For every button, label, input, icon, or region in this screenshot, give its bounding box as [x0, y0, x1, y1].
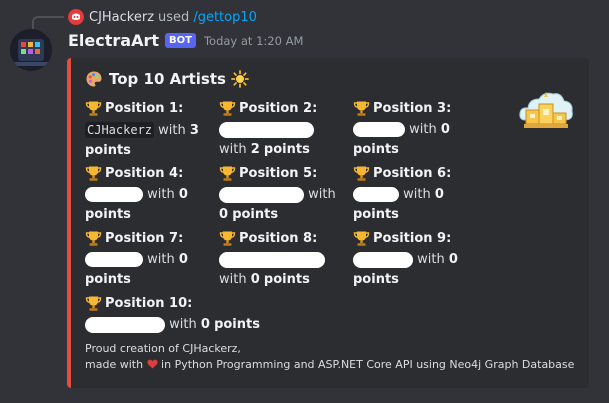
author-name[interactable]: ElectraArt	[68, 31, 159, 50]
embed-card: Top 10 Artists Position 1: CJHackerz wit…	[67, 58, 589, 388]
position-9: Position 9: with 0 points	[353, 230, 478, 290]
position-label: Position 3:	[373, 101, 452, 116]
with-text: with	[417, 252, 445, 267]
position-8: Position 8: with 0 points	[219, 230, 344, 290]
points-word: points	[353, 142, 399, 157]
heart-icon	[146, 359, 158, 369]
trophy-icon	[85, 296, 102, 311]
redacted-name	[85, 252, 143, 267]
trophy-icon	[85, 166, 102, 181]
points-value: 3	[189, 123, 199, 138]
redacted-name	[85, 316, 165, 333]
bot-avatar-image	[10, 29, 52, 71]
position-5: Position 5: with 0 points	[219, 165, 344, 225]
redacted-name	[353, 187, 399, 202]
position-4: Position 4: with 0 points	[85, 165, 210, 225]
points-value: 0	[434, 187, 444, 202]
reply-reference[interactable]: CJHackerz used /gettop10	[68, 7, 257, 27]
embed-footer: Proud creation of CJHackerz, made with i…	[85, 341, 574, 373]
with-text: with	[219, 142, 247, 157]
points-word: points	[214, 317, 260, 332]
bot-avatar[interactable]	[10, 29, 52, 71]
with-text: with	[158, 123, 186, 138]
position-label: Position 10:	[105, 296, 193, 311]
with-text: with	[169, 317, 197, 332]
redacted-name	[219, 186, 304, 203]
points-word: points	[85, 143, 131, 158]
trophy-icon	[85, 231, 102, 246]
reply-spine	[32, 16, 64, 30]
trophy-icon	[219, 101, 236, 116]
trophy-icon	[353, 231, 370, 246]
discord-logo-icon	[72, 13, 80, 20]
points-value: 0	[448, 252, 458, 267]
footer-made-with: made with	[85, 358, 144, 371]
redacted-name	[219, 251, 325, 268]
points-word: points	[85, 207, 131, 222]
embed-title: Top 10 Artists	[85, 70, 249, 88]
position-3: Position 3: with 0 points	[353, 100, 478, 160]
points-value: 0	[200, 317, 210, 332]
position-1: Position 1: CJHackerz with 3 points	[85, 100, 210, 161]
position-label: Position 5:	[239, 166, 318, 181]
points-value: 2	[250, 142, 260, 157]
points-word: points	[353, 272, 399, 287]
points-word: points	[263, 272, 310, 287]
points-value: 0	[250, 272, 260, 287]
redacted-name	[219, 121, 314, 138]
trophy-icon	[85, 101, 102, 116]
trophy-icon	[353, 166, 370, 181]
redacted-name	[353, 251, 413, 268]
reply-avatar[interactable]	[68, 9, 84, 25]
redacted-name	[353, 122, 405, 137]
position-label: Position 9:	[373, 231, 452, 246]
points-word: points	[263, 142, 310, 157]
redacted-name	[85, 187, 143, 202]
reply-action: used	[158, 9, 190, 25]
points-value: 0	[440, 122, 450, 137]
points-value: 0	[219, 207, 229, 222]
with-text: with	[403, 187, 431, 202]
with-text: with	[409, 122, 437, 137]
reply-username[interactable]: CJHackerz	[89, 10, 154, 25]
embed-title-text: Top 10 Artists	[109, 70, 226, 88]
footer-tech-stack: in Python Programming and ASP.NET Core A…	[161, 358, 575, 371]
trophy-icon	[219, 166, 236, 181]
position-label: Position 8:	[239, 231, 318, 246]
podium-thumbnail-icon	[519, 92, 573, 128]
position-label: Position 1:	[105, 101, 184, 116]
position-7: Position 7: with 0 points	[85, 230, 210, 290]
points-value: 0	[178, 187, 188, 202]
trophy-icon	[219, 231, 236, 246]
points-word: points	[353, 207, 399, 222]
position-6: Position 6: with 0 points	[353, 165, 478, 225]
trophy-icon	[353, 101, 370, 116]
position-label: Position 6:	[373, 166, 452, 181]
bot-badge: BOT	[165, 33, 196, 48]
points-word: points	[232, 207, 279, 222]
palette-icon	[86, 71, 102, 87]
message-timestamp[interactable]: Today at 1:20 AM	[204, 34, 303, 48]
with-text: with	[147, 252, 175, 267]
message-header: ElectraArt BOT Today at 1:20 AM	[68, 31, 303, 50]
footer-line-1: Proud creation of CJHackerz,	[85, 342, 241, 355]
with-text: with	[219, 272, 247, 287]
position-label: Position 7:	[105, 231, 184, 246]
with-text: with	[308, 187, 336, 202]
points-word: points	[85, 272, 131, 287]
position-label: Position 2:	[239, 101, 318, 116]
artist-name: CJHackerz	[85, 122, 155, 138]
points-value: 0	[178, 252, 188, 267]
position-2: Position 2: with 2 points	[219, 100, 344, 160]
position-label: Position 4:	[105, 166, 184, 181]
sun-icon	[231, 70, 249, 88]
position-10: Position 10: with 0 points	[85, 295, 325, 335]
with-text: with	[147, 187, 175, 202]
reply-command[interactable]: /gettop10	[193, 10, 257, 25]
